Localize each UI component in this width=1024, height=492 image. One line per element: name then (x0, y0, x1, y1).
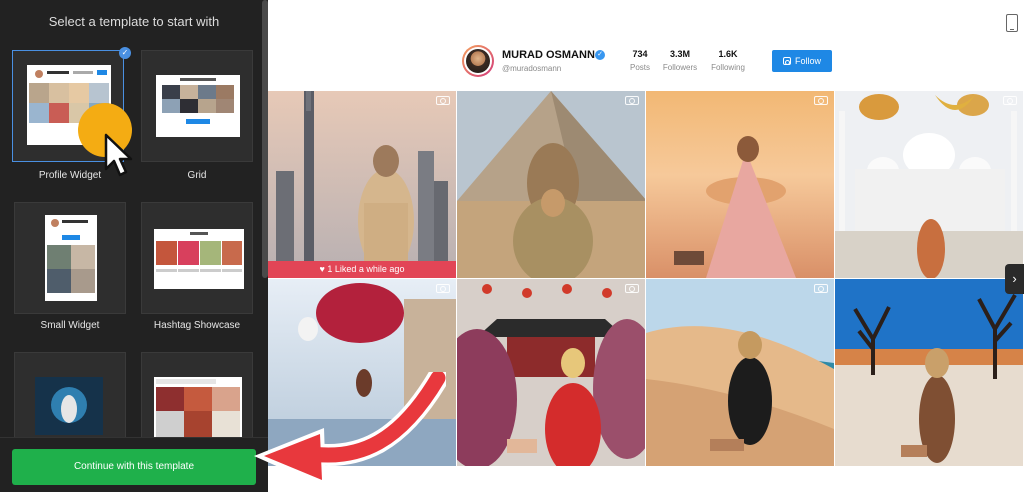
continue-with-template-button[interactable]: Continue with this template (12, 449, 256, 485)
avatar[interactable] (462, 45, 494, 77)
post-photo-temple[interactable] (457, 279, 645, 466)
selected-check-icon: ✓ (119, 47, 131, 59)
template-hashtag-showcase[interactable] (141, 202, 253, 314)
red-arrow-icon (254, 372, 446, 488)
instagram-icon (782, 57, 791, 65)
follow-label: Follow (794, 56, 821, 66)
profile-header: MURAD OSMANN ✓ @muradosmann 734 Posts 3.… (462, 44, 842, 80)
post-photo-beach[interactable] (646, 279, 834, 466)
profile-name[interactable]: MURAD OSMANN (502, 49, 595, 61)
stat-followers: 3.3M Followers (660, 49, 700, 72)
post-photo-dubai[interactable]: ♥ 1 Liked a while ago (268, 91, 456, 278)
video-camera-icon (814, 284, 828, 293)
post-photo-dead-vlei[interactable] (835, 279, 1023, 466)
template-small-widget[interactable] (14, 202, 126, 314)
chevron-right-icon[interactable]: › (1005, 264, 1024, 294)
video-camera-icon (814, 96, 828, 105)
stat-followers-value: 3.3M (669, 49, 690, 59)
template-label-small-widget: Small Widget (40, 320, 100, 331)
liked-caption: ♥ 1 Liked a while ago (268, 261, 456, 278)
masonry-preview (154, 377, 242, 439)
grid-preview (156, 75, 240, 137)
editor-window: Select a template to start with ✓ Profil… (0, 0, 1024, 492)
template-label-grid: Grid (187, 170, 207, 181)
stat-following: 1.6K Following (708, 49, 748, 72)
video-camera-icon (436, 284, 450, 293)
template-label-hashtag-showcase: Hashtag Showcase (153, 320, 241, 331)
profile-handle[interactable]: @muradosmann (502, 64, 561, 73)
stat-posts-label: Posts (629, 63, 650, 72)
stat-following-label: Following (711, 63, 745, 72)
video-camera-icon (436, 96, 450, 105)
post-photo-pyramids[interactable] (457, 91, 645, 278)
small-widget-preview (45, 215, 97, 301)
video-camera-icon (1003, 96, 1017, 105)
video-camera-icon (625, 96, 639, 105)
stat-posts-value: 734 (632, 49, 648, 59)
slider-preview (35, 377, 103, 435)
video-camera-icon (625, 284, 639, 293)
stat-posts: 734 Posts (620, 49, 660, 72)
template-grid[interactable] (141, 50, 253, 162)
follow-button[interactable]: Follow (772, 50, 832, 72)
mouse-pointer-icon (104, 133, 133, 177)
post-photo-desert-sunset[interactable] (646, 91, 834, 278)
mobile-phone-icon[interactable] (1006, 14, 1018, 32)
stat-following-value: 1.6K (718, 49, 738, 59)
hashtag-showcase-preview (154, 229, 244, 289)
verified-badge-icon: ✓ (595, 50, 605, 60)
post-photo-mosque[interactable] (835, 91, 1023, 278)
panel-title: Select a template to start with (48, 14, 220, 29)
stat-followers-label: Followers (662, 63, 698, 72)
